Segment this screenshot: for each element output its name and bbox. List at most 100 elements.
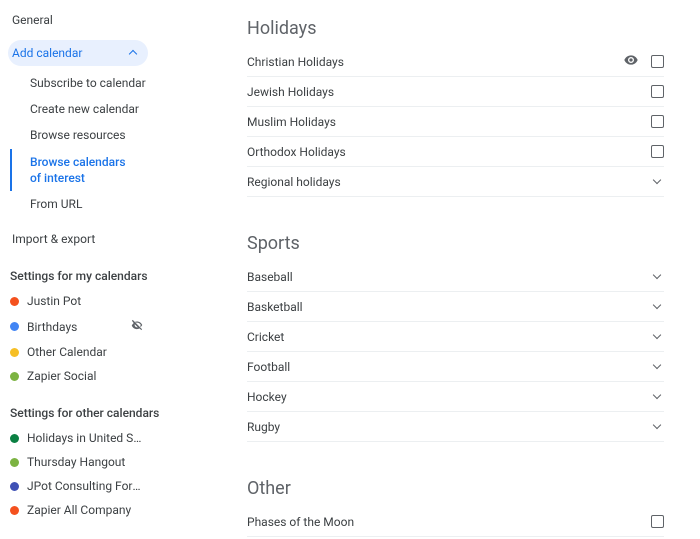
- list-item-label: Football: [247, 360, 290, 374]
- calendar-label: Holidays in United States: [27, 431, 144, 445]
- list-item[interactable]: Christian Holidays: [247, 47, 664, 77]
- list-item[interactable]: Regional holidays: [247, 167, 664, 197]
- holidays-list: Christian Holidays Jewish Holidays Muslim …: [247, 47, 664, 197]
- sidebar-heading-my-calendars: Settings for my calendars: [8, 251, 165, 289]
- list-item-label: Cricket: [247, 330, 284, 344]
- chevron-down-icon: [653, 176, 661, 184]
- list-item-label: Basketball: [247, 300, 303, 314]
- list-item[interactable]: Football: [247, 352, 664, 382]
- list-item-label: Hockey: [247, 390, 287, 404]
- calendar-color-dot: [10, 434, 19, 443]
- section-title-other: Other: [247, 478, 664, 499]
- chevron-down-icon: [653, 271, 661, 279]
- row-controls: [651, 145, 664, 158]
- subscribe-checkbox[interactable]: [651, 85, 664, 98]
- calendar-color-dot: [10, 322, 19, 331]
- calendar-label: Thursday Hangout: [27, 455, 144, 469]
- row-controls: [651, 115, 664, 128]
- subscribe-checkbox[interactable]: [651, 55, 664, 68]
- chevron-down-icon: [653, 361, 661, 369]
- sidebar-item-label: Add calendar: [12, 46, 82, 60]
- calendar-row[interactable]: Holidays in United States: [8, 426, 148, 450]
- sports-list: Baseball Basketball Cricket Football Hockey R…: [247, 262, 664, 442]
- subscribe-checkbox[interactable]: [651, 145, 664, 158]
- settings-sidebar: General Add calendar Subscribe to calend…: [0, 0, 165, 539]
- chevron-down-icon: [653, 301, 661, 309]
- sidebar-item-label: Create new calendar: [30, 102, 139, 116]
- sidebar-item-label: Browse calendars of interest: [30, 155, 126, 185]
- sidebar-item-label: General: [12, 13, 53, 27]
- main-content: Holidays Christian Holidays Jewish Holida…: [165, 0, 700, 539]
- sidebar-item-label: Subscribe to calendar: [30, 76, 146, 90]
- section-title-sports: Sports: [247, 233, 664, 254]
- calendar-label: JPot Consulting Form Resp...: [27, 479, 144, 493]
- sidebar-sub-create-new[interactable]: Create new calendar: [10, 96, 165, 122]
- sidebar-sub-from-url[interactable]: From URL: [10, 191, 165, 217]
- calendar-row[interactable]: JPot Consulting Form Resp...: [8, 474, 148, 498]
- sidebar-item-import-export[interactable]: Import & export: [8, 227, 165, 251]
- other-list: Phases of the Moon: [247, 507, 664, 537]
- sidebar-item-general[interactable]: General: [8, 8, 165, 32]
- calendar-color-dot: [10, 458, 19, 467]
- list-item[interactable]: Baseball: [247, 262, 664, 292]
- list-item[interactable]: Muslim Holidays: [247, 107, 664, 137]
- row-controls: [654, 177, 664, 186]
- calendar-row[interactable]: Thursday Hangout: [8, 450, 148, 474]
- calendar-row[interactable]: Zapier Social: [8, 364, 148, 388]
- calendar-row[interactable]: Birthdays: [8, 313, 148, 340]
- list-item-label: Jewish Holidays: [247, 85, 334, 99]
- list-item[interactable]: Jewish Holidays: [247, 77, 664, 107]
- add-calendar-submenu: Subscribe to calendar Create new calenda…: [8, 70, 165, 217]
- sidebar-sub-browse-resources[interactable]: Browse resources: [10, 122, 165, 148]
- chevron-down-icon: [653, 391, 661, 399]
- row-controls: [654, 362, 664, 371]
- row-controls: [651, 515, 664, 528]
- list-item[interactable]: Basketball: [247, 292, 664, 322]
- subscribe-checkbox[interactable]: [651, 115, 664, 128]
- sidebar-item-add-calendar[interactable]: Add calendar: [8, 40, 148, 66]
- calendar-label: Birthdays: [27, 320, 130, 334]
- visibility-icon[interactable]: [623, 52, 639, 71]
- calendar-label: Justin Pot: [27, 294, 144, 308]
- list-item-label: Baseball: [247, 270, 293, 284]
- calendar-label: Zapier Social: [27, 369, 144, 383]
- list-item[interactable]: Orthodox Holidays: [247, 137, 664, 167]
- other-calendars-list: Holidays in United States Thursday Hangou…: [8, 426, 165, 522]
- row-controls: [654, 392, 664, 401]
- row-controls: [654, 332, 664, 341]
- row-controls: [654, 422, 664, 431]
- row-controls: [623, 52, 664, 71]
- calendar-color-dot: [10, 348, 19, 357]
- sidebar-heading-other-calendars: Settings for other calendars: [8, 388, 165, 426]
- sidebar-item-label: Import & export: [12, 232, 95, 246]
- sidebar-sub-browse-interest[interactable]: Browse calendars of interest: [10, 149, 140, 191]
- calendar-row[interactable]: Other Calendar: [8, 340, 148, 364]
- subscribe-checkbox[interactable]: [651, 515, 664, 528]
- calendar-label: Other Calendar: [27, 345, 144, 359]
- calendar-color-dot: [10, 482, 19, 491]
- list-item-label: Regional holidays: [247, 175, 341, 189]
- sidebar-item-label: Browse resources: [30, 128, 126, 142]
- chevron-down-icon: [653, 331, 661, 339]
- calendar-color-dot: [10, 297, 19, 306]
- visibility-off-icon[interactable]: [130, 318, 144, 335]
- calendar-row[interactable]: Justin Pot: [8, 289, 148, 313]
- list-item[interactable]: Rugby: [247, 412, 664, 442]
- list-item[interactable]: Phases of the Moon: [247, 507, 664, 537]
- row-controls: [654, 302, 664, 311]
- calendar-row[interactable]: Zapier All Company: [8, 498, 148, 522]
- list-item-label: Muslim Holidays: [247, 115, 336, 129]
- row-controls: [651, 85, 664, 98]
- row-controls: [654, 272, 664, 281]
- calendar-label: Zapier All Company: [27, 503, 144, 517]
- list-item[interactable]: Cricket: [247, 322, 664, 352]
- sidebar-sub-subscribe[interactable]: Subscribe to calendar: [10, 70, 165, 96]
- list-item[interactable]: Hockey: [247, 382, 664, 412]
- list-item-label: Rugby: [247, 420, 280, 434]
- list-item-label: Phases of the Moon: [247, 515, 354, 529]
- sidebar-item-label: From URL: [30, 197, 82, 211]
- my-calendars-list: Justin Pot Birthdays Other Calendar Zapier …: [8, 289, 165, 388]
- chevron-up-icon: [129, 50, 137, 58]
- section-title-holidays: Holidays: [247, 18, 664, 39]
- list-item-label: Orthodox Holidays: [247, 145, 346, 159]
